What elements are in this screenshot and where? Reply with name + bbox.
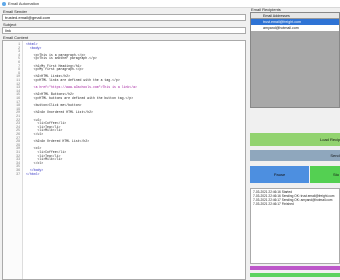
log-line: 7-03-2021 22:46:17 Finished: [253, 202, 294, 206]
code-text: </html>: [26, 171, 40, 176]
subject-input[interactable]: link: [2, 27, 246, 34]
code-line[interactable]: 37 </html>: [3, 171, 245, 177]
sender-input[interactable]: trusted.email@gmail.com: [2, 14, 246, 21]
recipients-list[interactable]: Email Addresses trust.email@freight.com a…: [250, 12, 340, 108]
window-title: Email Automation: [8, 1, 40, 6]
status-bar-green: [250, 273, 340, 277]
status-bar-purple: [250, 266, 340, 270]
log-panel: 7-03-2021 22:46:16 Started 7-03-2021 22:4…: [250, 188, 340, 264]
content-editor[interactable]: 1 <html> 2 <body> 3 4 <p>This is a paragraph…: [2, 40, 246, 280]
pause-button[interactable]: Pause: [250, 166, 309, 183]
line-number: 37: [16, 171, 20, 176]
recipient-item[interactable]: amyand@hotmail.com: [251, 25, 339, 31]
send-button[interactable]: Send: [250, 150, 340, 161]
column-header-label: Email Addresses: [263, 14, 290, 18]
app-icon: [2, 2, 6, 6]
load-recipients-button[interactable]: Load Recip: [250, 133, 340, 146]
title-bar: Email Automation: [0, 0, 340, 8]
stop-button[interactable]: Sto: [310, 166, 340, 183]
